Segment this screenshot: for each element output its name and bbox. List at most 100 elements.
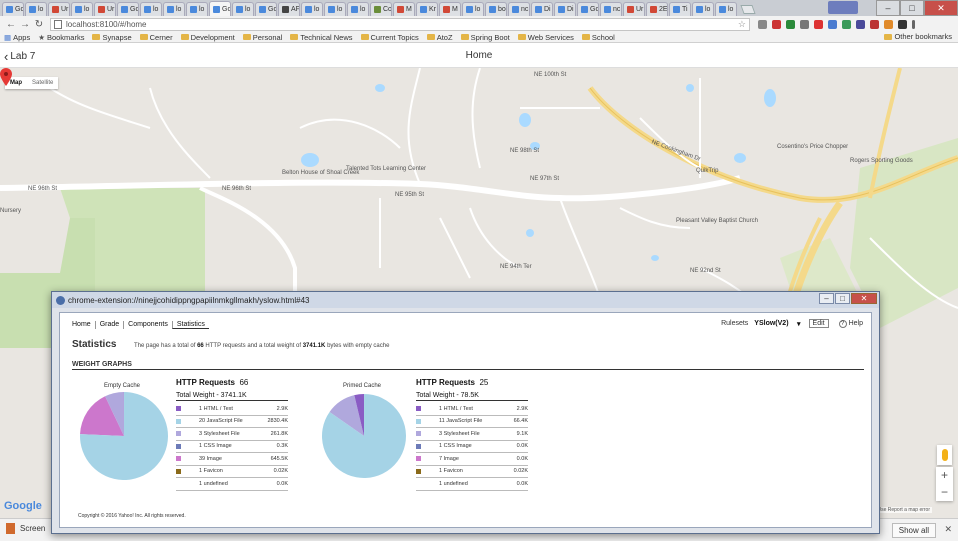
- component-name: 3 Stylesheet File: [199, 430, 240, 437]
- component-weight: 645.5K: [270, 455, 288, 462]
- close-icon[interactable]: ✕: [944, 524, 952, 535]
- browser-tab[interactable]: lo: [715, 2, 737, 16]
- browser-tab[interactable]: lo: [462, 2, 484, 16]
- tab-statistics[interactable]: Statistics: [171, 321, 209, 329]
- bookmark-item[interactable]: Development: [180, 33, 235, 42]
- browser-tab[interactable]: bo: [485, 2, 507, 16]
- extension-icon[interactable]: [898, 19, 907, 29]
- browser-tab[interactable]: Go: [2, 2, 24, 16]
- minimize-button[interactable]: –: [876, 0, 900, 16]
- component-row: 1 CSS Image 0.0K: [416, 441, 528, 453]
- primed-cache-label: Primed Cache: [342, 383, 381, 389]
- extension-icon[interactable]: [772, 19, 781, 29]
- browser-tab[interactable]: Di: [554, 2, 576, 16]
- ruleset-select[interactable]: YSlow(V2): [754, 320, 800, 328]
- bookmark-item[interactable]: Synapse: [92, 33, 132, 42]
- browser-tab[interactable]: nc: [600, 2, 622, 16]
- browser-tab[interactable]: lo: [692, 2, 714, 16]
- browser-tab[interactable]: nc: [508, 2, 530, 16]
- browser-tab[interactable]: lo: [301, 2, 323, 16]
- extension-icon[interactable]: [786, 19, 795, 29]
- tab-label: M: [406, 6, 412, 13]
- zoom-out-button[interactable]: −: [936, 484, 953, 501]
- extension-icon[interactable]: [884, 19, 893, 29]
- browser-tab[interactable]: AF: [278, 2, 300, 16]
- yslow-window-titlebar[interactable]: chrome-extension://ninejjcohidippngpapii…: [52, 292, 879, 308]
- close-window-button[interactable]: ✕: [851, 293, 877, 304]
- map-type-satellite[interactable]: Satellite: [27, 77, 58, 89]
- browser-tab[interactable]: lo: [25, 2, 47, 16]
- browser-tab[interactable]: lo: [71, 2, 93, 16]
- bookmark-item[interactable]: Cerner: [139, 33, 173, 42]
- extension-icon[interactable]: [842, 19, 851, 29]
- extension-icon[interactable]: [800, 19, 809, 29]
- component-weight: 0.0K: [276, 480, 288, 487]
- reload-icon[interactable]: ↻: [32, 17, 46, 31]
- browser-tab[interactable]: Go: [577, 2, 599, 16]
- browser-tab[interactable]: Di: [531, 2, 553, 16]
- back-icon[interactable]: ←: [4, 17, 18, 31]
- street-label: NE 92nd St: [690, 268, 721, 274]
- profile-button[interactable]: [828, 1, 858, 14]
- bookmark-item[interactable]: Web Services: [517, 33, 574, 42]
- edit-button[interactable]: Edit: [808, 319, 829, 328]
- browser-tab[interactable]: Ur: [623, 2, 645, 16]
- tab-label: Go: [590, 6, 599, 13]
- show-all-button[interactable]: Show all: [891, 523, 936, 538]
- tab-home[interactable]: Home: [68, 321, 95, 329]
- bookmark-item[interactable]: Technical News: [290, 33, 353, 42]
- forward-icon[interactable]: →: [18, 17, 32, 31]
- map-marker-icon[interactable]: [0, 68, 12, 86]
- bookmark-item[interactable]: ★ Bookmarks: [38, 33, 84, 42]
- browser-tab[interactable]: Go: [209, 1, 231, 16]
- browser-tab[interactable]: lo: [186, 2, 208, 16]
- help-button[interactable]: ? Help: [838, 319, 863, 328]
- extension-icon[interactable]: [870, 19, 879, 29]
- download-item[interactable]: Screen: [6, 523, 45, 534]
- browser-tab[interactable]: lo: [163, 2, 185, 16]
- zoom-in-button[interactable]: +: [936, 467, 953, 484]
- street-view-pegman-icon[interactable]: [937, 445, 952, 465]
- tab-favicon-icon: [29, 6, 36, 13]
- browser-tab[interactable]: lo: [347, 2, 369, 16]
- component-row: 11 JavaScript File 66.4K: [416, 416, 528, 428]
- menu-icon[interactable]: [912, 19, 915, 29]
- extension-icon[interactable]: [828, 19, 837, 29]
- maximize-button[interactable]: □: [900, 0, 924, 16]
- extension-icon[interactable]: [814, 19, 823, 29]
- browser-tab[interactable]: Co: [370, 2, 392, 16]
- browser-tab[interactable]: lo: [324, 2, 346, 16]
- tab-favicon-icon: [489, 6, 496, 13]
- browser-tab[interactable]: Go: [117, 2, 139, 16]
- other-bookmarks[interactable]: Other bookmarks: [884, 32, 952, 41]
- bookmark-star-icon[interactable]: ☆: [738, 19, 746, 30]
- bookmark-item[interactable]: Personal: [242, 33, 282, 42]
- bookmark-item[interactable]: School: [581, 33, 615, 42]
- browser-tab[interactable]: 2E: [646, 2, 668, 16]
- new-tab-button[interactable]: [740, 5, 756, 14]
- minimize-button[interactable]: –: [819, 293, 834, 304]
- tab-components[interactable]: Components: [123, 321, 172, 329]
- bookmark-item[interactable]: Spring Boot: [460, 33, 510, 42]
- other-bookmarks-label: Other bookmarks: [894, 32, 952, 41]
- extension-icon[interactable]: [758, 19, 767, 29]
- browser-tab[interactable]: Ti: [669, 2, 691, 16]
- tab-favicon-icon: [466, 6, 473, 13]
- browser-tab[interactable]: M: [393, 2, 415, 16]
- browser-tab[interactable]: Go: [255, 2, 277, 16]
- browser-tab[interactable]: Kr: [416, 2, 438, 16]
- maximize-button[interactable]: □: [835, 293, 850, 304]
- bookmark-item[interactable]: AtoZ: [426, 33, 453, 42]
- bookmark-item[interactable]: ▦ Apps: [4, 33, 30, 42]
- close-window-button[interactable]: ✕: [924, 0, 958, 16]
- tab-grade[interactable]: Grade: [94, 321, 123, 329]
- browser-tab[interactable]: lo: [140, 2, 162, 16]
- bookmark-item[interactable]: Current Topics: [360, 33, 419, 42]
- browser-tab[interactable]: lo: [232, 2, 254, 16]
- weight-graphs-heading: WEIGHT GRAPHS: [72, 361, 132, 368]
- address-bar[interactable]: localhost:8100/#/home ☆: [50, 17, 750, 31]
- extension-icon[interactable]: [856, 19, 865, 29]
- browser-tab[interactable]: Ur: [48, 2, 70, 16]
- browser-tab[interactable]: Ur: [94, 2, 116, 16]
- browser-tab[interactable]: M: [439, 2, 461, 16]
